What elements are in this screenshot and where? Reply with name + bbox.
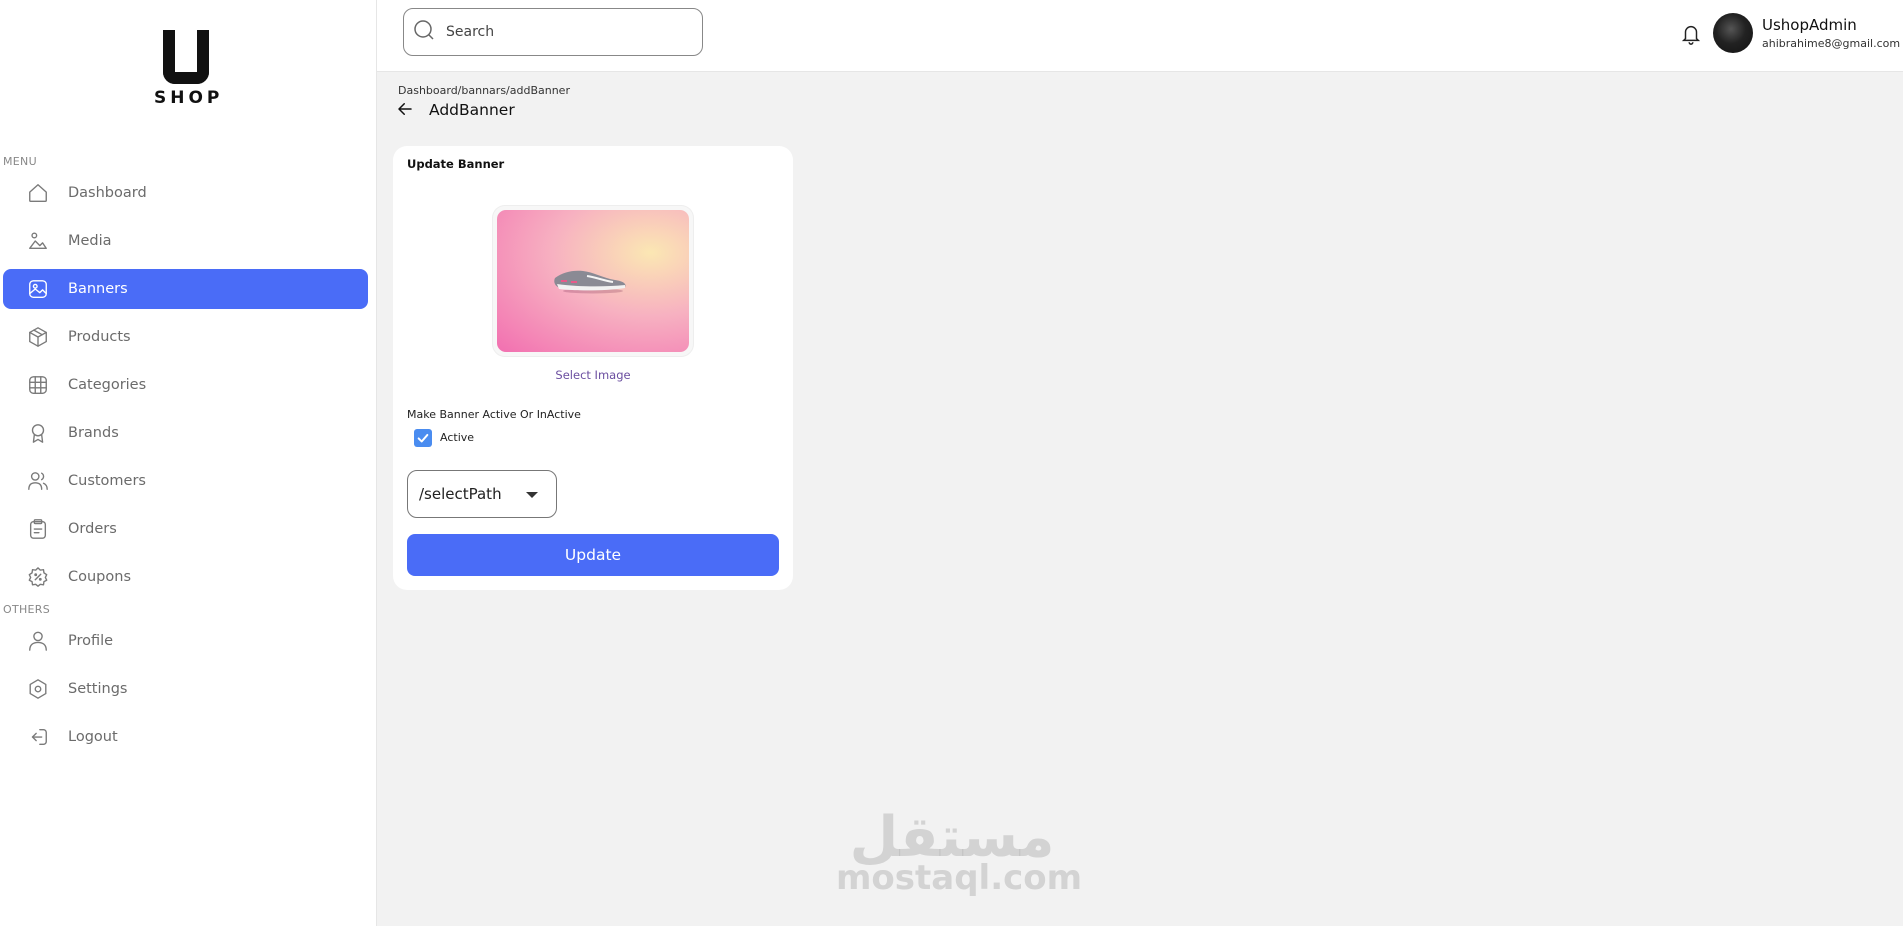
search-box[interactable] (403, 8, 703, 56)
sidebar-item-media[interactable]: Media (3, 221, 368, 261)
caret-down-icon (526, 492, 538, 498)
sidebar-item-dashboard[interactable]: Dashboard (3, 173, 368, 213)
active-toggle-label: Make Banner Active Or InActive (407, 408, 581, 421)
discount-icon (26, 565, 50, 589)
sidebar-item-profile[interactable]: Profile (3, 621, 368, 661)
active-checkbox[interactable] (414, 429, 432, 447)
sidebar: SHOP MENU Dashboard Media Banners Produc… (0, 0, 377, 926)
sidebar-item-label: Settings (68, 681, 128, 697)
sidebar-item-logout[interactable]: Logout (3, 717, 368, 757)
sidebar-item-categories[interactable]: Categories (3, 365, 368, 405)
logo[interactable]: SHOP (150, 30, 222, 108)
sidebar-item-label: Customers (68, 473, 146, 489)
gear-icon (26, 677, 50, 701)
bell-icon[interactable] (1680, 22, 1702, 46)
sidebar-item-label: Profile (68, 633, 114, 649)
check-icon (417, 433, 429, 443)
card-title: Update Banner (407, 157, 505, 171)
banner-image-preview[interactable] (493, 206, 693, 356)
page-title: AddBanner (429, 101, 515, 119)
banner-image (497, 210, 689, 352)
sidebar-item-label: Banners (68, 281, 128, 297)
box-icon (26, 325, 50, 349)
sidebar-item-products[interactable]: Products (3, 317, 368, 357)
award-icon (26, 421, 50, 445)
topbar: UshopAdmin ahibrahime8@gmail.com (377, 0, 1903, 72)
sidebar-item-label: Dashboard (68, 185, 147, 201)
sidebar-item-label: Media (68, 233, 112, 249)
sidebar-item-brands[interactable]: Brands (3, 413, 368, 453)
sidebar-item-label: Products (68, 329, 131, 345)
sidebar-item-label: Brands (68, 425, 119, 441)
shoe-image (554, 270, 626, 294)
sidebar-item-label: Orders (68, 521, 117, 537)
grid-icon (26, 373, 50, 397)
avatar[interactable] (1713, 13, 1753, 53)
sidebar-item-coupons[interactable]: Coupons (3, 557, 368, 597)
menu-section-label: MENU (3, 155, 37, 168)
path-select-value: /selectPath (419, 485, 502, 503)
sidebar-item-label: Coupons (68, 569, 132, 585)
sidebar-item-settings[interactable]: Settings (3, 669, 368, 709)
back-arrow-icon[interactable] (396, 100, 416, 120)
update-button[interactable]: Update (407, 534, 779, 576)
user-name: UshopAdmin (1762, 16, 1857, 34)
logo-text: SHOP (154, 88, 224, 108)
sidebar-item-label: Categories (68, 377, 147, 393)
sidebar-item-customers[interactable]: Customers (3, 461, 368, 501)
users-icon (26, 469, 50, 493)
sidebar-item-banners[interactable]: Banners (3, 269, 368, 309)
image-icon (26, 277, 50, 301)
others-section-label: OTHERS (3, 603, 51, 616)
select-image-link[interactable]: Select Image (393, 368, 793, 382)
sidebar-item-orders[interactable]: Orders (3, 509, 368, 549)
clipboard-icon (26, 517, 50, 541)
path-select[interactable]: /selectPath (407, 470, 557, 518)
search-input[interactable] (446, 24, 686, 40)
search-icon (412, 18, 436, 46)
active-checkbox-label: Active (440, 431, 475, 444)
update-banner-card: Update Banner Select Image Make Banner A… (393, 146, 793, 590)
home-icon (26, 181, 50, 205)
user-email: ahibrahime8@gmail.com (1762, 37, 1901, 50)
sidebar-item-label: Logout (68, 729, 118, 745)
watermark: مستقل mostaql.com (836, 808, 1083, 898)
watermark-site: mostaql.com (836, 858, 1083, 898)
logout-icon (26, 725, 50, 749)
user-icon (26, 629, 50, 653)
logo-mark (163, 30, 209, 84)
media-icon (26, 229, 50, 253)
breadcrumb: Dashboard/bannars/addBanner (398, 84, 570, 97)
